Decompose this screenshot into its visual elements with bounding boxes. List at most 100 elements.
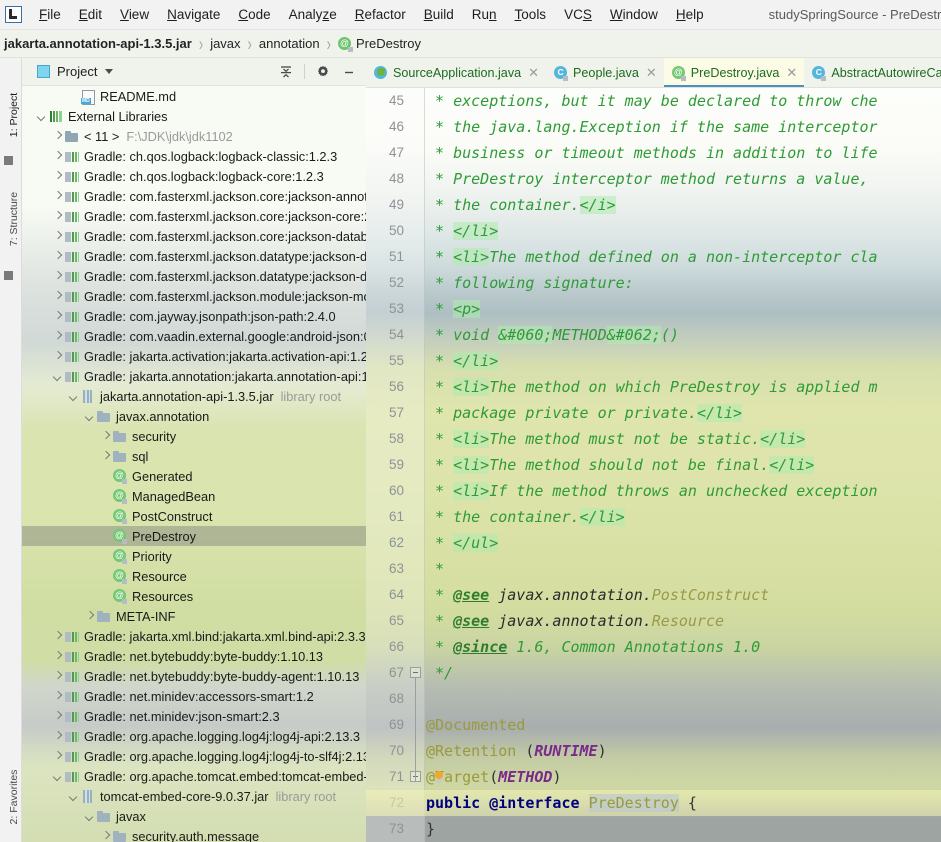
menu-item-vcs[interactable]: VCS [555,5,601,24]
chevron-right-icon[interactable] [52,351,63,362]
menu-item-navigate[interactable]: Navigate [158,5,229,24]
tree-row[interactable]: META-INF [22,606,366,626]
tree-row[interactable]: Gradle: com.fasterxml.jackson.datatype:j… [22,246,366,266]
code-line[interactable]: * PreDestroy interceptor method returns … [426,166,878,192]
chevron-right-icon[interactable] [52,711,63,722]
editor-tab-abstractautowirecap[interactable]: AbstractAutowireCap [804,58,941,87]
editor-tab-people-java[interactable]: People.java ✕ [546,58,664,87]
tree-row[interactable]: ManagedBean [22,486,366,506]
chevron-right-icon[interactable] [52,671,63,682]
code-content[interactable]: * exceptions, but it may be declared to … [366,88,941,842]
tree-row[interactable]: Gradle: net.minidev:accessors-smart:1.2 [22,686,366,706]
breadcrumb-item-1[interactable]: javax [210,36,240,51]
code-line[interactable]: @Target(METHOD) [426,764,561,790]
chevron-right-icon[interactable] [52,751,63,762]
menu-item-refactor[interactable]: Refactor [346,5,415,24]
tree-row[interactable]: Resource [22,566,366,586]
menu-item-edit[interactable]: Edit [70,5,111,24]
tree-row[interactable]: javax [22,806,366,826]
code-line[interactable]: * <li>The method defined on a non-interc… [426,244,878,270]
tree-row[interactable]: Gradle: com.vaadin.external.google:andro… [22,326,366,346]
chevron-right-icon[interactable] [52,231,63,242]
code-line[interactable]: * <li>The method on which PreDestroy is … [426,374,878,400]
tree-row[interactable]: Gradle: org.apache.tomcat.embed:tomcat-e… [22,766,366,786]
close-icon[interactable]: ✕ [528,66,539,79]
editor-tab-predestroy-java[interactable]: PreDestroy.java ✕ [663,58,805,87]
tree-row[interactable]: tomcat-embed-core-9.0.37.jar library root [22,786,366,806]
chevron-right-icon[interactable] [52,331,63,342]
code-line[interactable]: * <p> [426,296,481,322]
chevron-down-icon[interactable] [68,791,79,802]
chevron-right-icon[interactable] [100,431,111,442]
minimize-icon[interactable] [338,61,360,83]
lightbulb-intention-icon[interactable] [434,771,444,784]
code-line[interactable]: * package private or private.</li> [426,400,743,426]
tree-row[interactable]: Gradle: net.bytebuddy:byte-buddy:1.10.13 [22,646,366,666]
tree-row[interactable]: Resources [22,586,366,606]
editor-tab-sourceapplication-java[interactable]: SourceApplication.java ✕ [366,58,546,87]
code-line[interactable]: public @interface PreDestroy { [366,790,941,816]
code-line[interactable]: */ [426,660,453,686]
tree-row[interactable]: sql [22,446,366,466]
chevron-down-icon[interactable] [84,411,95,422]
chevron-down-icon[interactable] [84,811,95,822]
chevron-down-icon[interactable] [105,69,114,74]
code-line[interactable]: * <li>The method must not be static.</li… [426,426,806,452]
tree-row[interactable]: security [22,426,366,446]
tree-row[interactable]: Gradle: net.minidev:json-smart:2.3 [22,706,366,726]
chevron-right-icon[interactable] [100,831,111,842]
chevron-right-icon[interactable] [52,211,63,222]
code-line[interactable]: * </li> [426,218,499,244]
tree-row[interactable]: Gradle: jakarta.annotation:jakarta.annot… [22,366,366,386]
menu-item-help[interactable]: Help [667,5,713,24]
code-line[interactable]: * exceptions, but it may be declared to … [426,88,878,114]
tree-row[interactable]: Gradle: jakarta.activation:jakarta.activ… [22,346,366,366]
chevron-right-icon[interactable] [100,451,111,462]
chevron-right-icon[interactable] [52,131,63,142]
close-icon[interactable]: ✕ [786,66,797,79]
tree-row[interactable]: Gradle: net.bytebuddy:byte-buddy-agent:1… [22,666,366,686]
tree-row[interactable]: Gradle: com.fasterxml.jackson.module:jac… [22,286,366,306]
chevron-down-icon[interactable] [52,371,63,382]
menu-item-build[interactable]: Build [415,5,463,24]
breadcrumb-item-2[interactable]: annotation [259,36,320,51]
tree-row[interactable]: PreDestroy [22,526,366,546]
tree-row[interactable]: Gradle: com.fasterxml.jackson.core:jacks… [22,206,366,226]
project-tree-scroll-area[interactable]: README.md External Libraries < 11 > F:\JDK\… [22,86,366,842]
chevron-right-icon[interactable] [52,631,63,642]
tree-row[interactable]: < 11 > F:\JDK\jdk\jdk1102 [22,126,366,146]
tree-row[interactable]: security.auth.message [22,826,366,842]
gear-icon[interactable] [312,61,334,83]
tree-row[interactable]: Gradle: org.apache.logging.log4j:log4j-a… [22,726,366,746]
chevron-down-icon[interactable] [36,111,47,122]
chevron-right-icon[interactable] [52,191,63,202]
chevron-right-icon[interactable] [52,271,63,282]
chevron-right-icon[interactable] [52,311,63,322]
tree-row[interactable]: javax.annotation [22,406,366,426]
code-line[interactable]: } [426,816,435,842]
menu-item-run[interactable]: Run [463,5,506,24]
tool-stripe-project[interactable]: 1: Project [3,75,21,155]
code-line[interactable]: @Retention (RUNTIME) [426,738,607,764]
code-line[interactable]: @Documented [426,712,525,738]
chevron-down-icon[interactable] [52,771,63,782]
code-line[interactable]: * @see javax.annotation.Resource [426,608,724,634]
menu-item-window[interactable]: Window [601,5,667,24]
code-editor[interactable]: 45 46 47 48 49 50 51 52 53 54 55 56 57 58 59 60 61 62 63 64… [366,88,941,842]
tool-stripe-favorites[interactable]: 2: Favorites [3,757,21,837]
tree-row[interactable]: Gradle: com.fasterxml.jackson.core:jacks… [22,226,366,246]
breadcrumb-item-3[interactable]: @ PreDestroy [337,36,421,52]
code-line[interactable]: * [426,556,444,582]
tree-row[interactable]: Gradle: com.jayway.jsonpath:json-path:2.… [22,306,366,326]
code-line[interactable]: * void &#060;METHOD&#062;() [426,322,679,348]
tree-row[interactable]: External Libraries [22,106,366,126]
menu-item-code[interactable]: Code [229,5,279,24]
code-line[interactable]: * the container.</li> [426,504,625,530]
tree-row[interactable]: README.md [22,86,366,106]
menu-item-analyze[interactable]: Analyze [280,5,346,24]
chevron-right-icon[interactable] [52,151,63,162]
code-line[interactable]: * following signature: [426,270,634,296]
tree-row[interactable]: Gradle: com.fasterxml.jackson.datatype:j… [22,266,366,286]
chevron-right-icon[interactable] [52,251,63,262]
chevron-right-icon[interactable] [52,171,63,182]
